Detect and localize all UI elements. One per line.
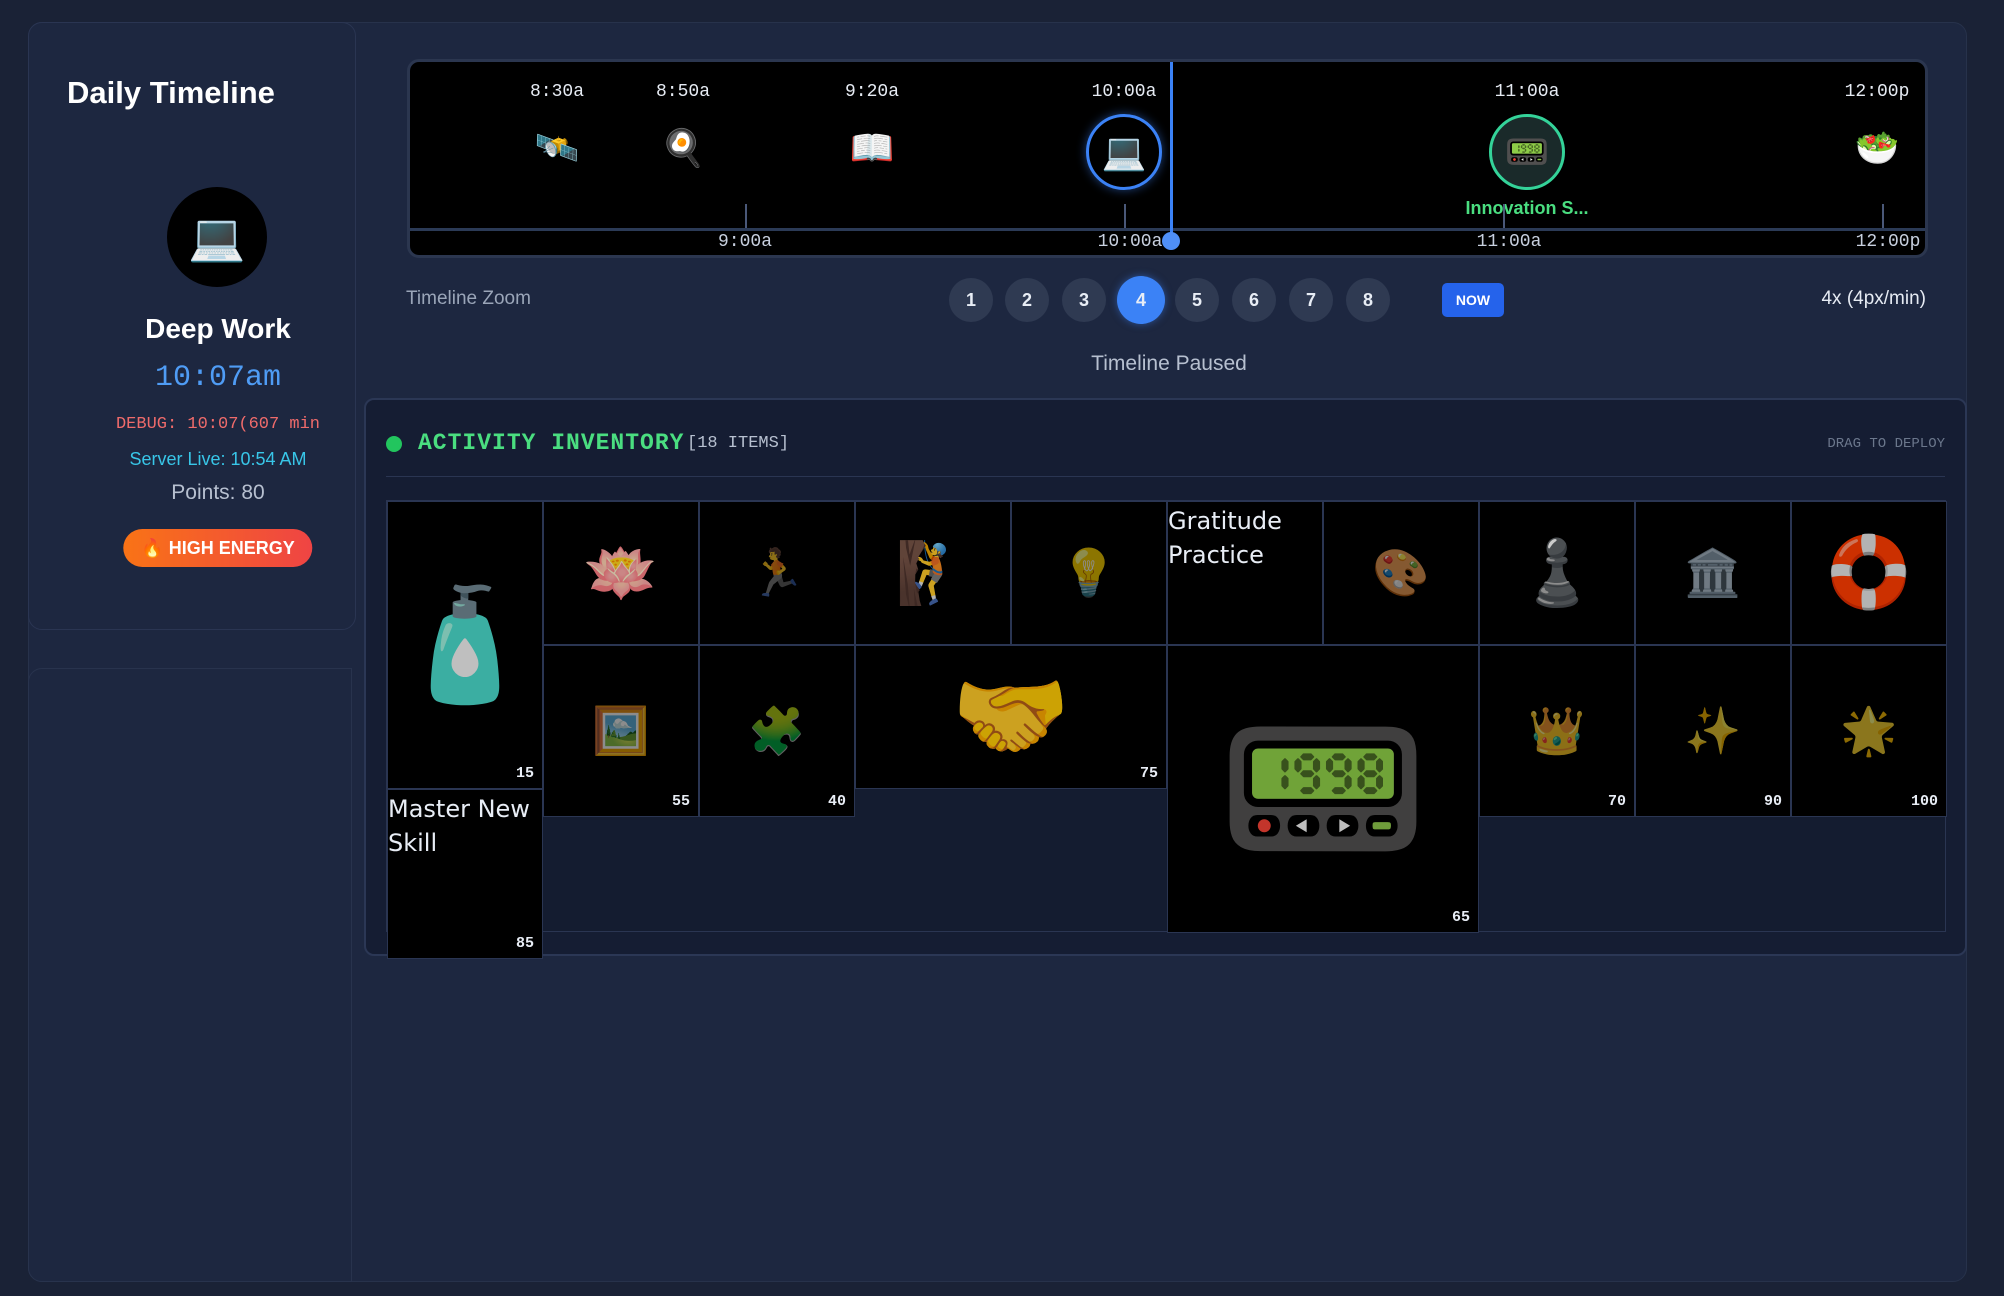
book-icon[interactable]: 📖 (848, 124, 896, 172)
sidebar-lower-card (28, 668, 352, 1282)
sidebar-title: Daily Timeline (67, 75, 275, 110)
item-points: 75 (1139, 765, 1158, 782)
inventory-item[interactable]: 🪷 (543, 501, 699, 645)
item-points: 55 (671, 793, 690, 810)
inventory-item[interactable]: 🧩 40 (699, 645, 855, 817)
event-time: 11:00a (1494, 82, 1560, 102)
chess-icon: ♟️ (1517, 536, 1597, 609)
inventory-item[interactable]: 🤝 75 (855, 645, 1167, 789)
inventory-grid: 🧴 15 🪷 🏃 🧗 💡 Gratitude Practice 🎨 ♟️ 🏛️ … (386, 500, 1947, 959)
axis-tick (745, 204, 747, 228)
axis-tick-label: 10:00a (1097, 232, 1163, 252)
current-time: 10:07am (154, 361, 282, 395)
inventory-item[interactable]: Master New Skill 85 (387, 789, 543, 959)
zoom-level-2-button[interactable]: 2 (1005, 278, 1049, 322)
event-time: 10:00a (1091, 82, 1157, 102)
event-time: 8:50a (655, 82, 711, 102)
zoom-level-5-button[interactable]: 5 (1175, 278, 1219, 322)
item-points: 90 (1763, 793, 1782, 810)
axis-tick-label: 12:00p (1855, 232, 1921, 252)
frying-pan-icon[interactable]: 🍳 (659, 124, 707, 172)
salad-icon[interactable]: 🥗 (1853, 124, 1901, 172)
portrait-icon: 🖼️ (592, 704, 650, 757)
inventory-count: [18 ITEMS] (687, 434, 790, 453)
puzzle-icon: 🧩 (748, 704, 806, 757)
sparkles-icon: ✨ (1684, 704, 1742, 757)
item-points: 40 (827, 793, 846, 810)
item-points: 85 (515, 935, 534, 952)
item-points: 70 (1607, 793, 1626, 810)
inventory-item[interactable]: 🏛️ (1635, 501, 1791, 645)
handshake-icon: 🤝 (951, 663, 1071, 770)
item-points: 65 (1451, 909, 1470, 926)
inventory-title: ACTIVITY INVENTORY (418, 430, 685, 456)
inventory-item[interactable]: 🎨 (1323, 501, 1479, 645)
zoom-level-6-button[interactable]: 6 (1232, 278, 1276, 322)
zoom-scale-text: 4x (4px/min) (1821, 288, 1926, 309)
event-time: 8:30a (529, 82, 585, 102)
inventory-item[interactable]: 🏃 (699, 501, 855, 645)
laptop-icon[interactable]: 💻 (1100, 128, 1148, 176)
axis-tick-label: 9:00a (717, 232, 773, 252)
quantum-module-icon[interactable]: 📟 (1503, 128, 1551, 176)
event-label: Innovation S... (1465, 198, 1589, 218)
inventory-item[interactable]: Gratitude Practice (1167, 501, 1323, 645)
idea-icon: 💡 (1060, 546, 1118, 599)
zoom-level-3-button[interactable]: 3 (1062, 278, 1106, 322)
axis-tick-label: 11:00a (1476, 232, 1542, 252)
art-palette-icon: 🎨 (1372, 546, 1430, 599)
meditation-icon: 🪷 (583, 539, 659, 607)
axis-tick (1503, 204, 1505, 228)
event-time: 12:00p (1844, 82, 1910, 102)
timeline-status: Timeline Paused (1091, 352, 1247, 375)
trail-run-icon: 🧗 (895, 539, 971, 607)
activity-inventory-panel: ACTIVITY INVENTORY [18 ITEMS] DRAG TO DE… (364, 398, 1967, 959)
inventory-item[interactable]: 🛟 (1791, 501, 1947, 645)
energy-badge: 🔥 HIGH ENERGY (123, 529, 313, 567)
master-new-skill-alt: Master New Skill (388, 795, 530, 857)
zoom-level-1-button[interactable]: 1 (949, 278, 993, 322)
axis-tick (1882, 204, 1884, 228)
quantum-processor-icon: 📟 (1217, 694, 1429, 884)
crown-icon: 👑 (1528, 704, 1586, 757)
inventory-item[interactable]: 📟 65 (1167, 645, 1479, 933)
timeline-track[interactable]: 8:30a 8:50a 9:20a 10:00a 11:00a 12:00p 🛰… (407, 59, 1928, 258)
current-time-marker (1170, 62, 1173, 240)
running-icon: 🏃 (748, 546, 806, 599)
zoom-level-8-button[interactable]: 8 (1346, 278, 1390, 322)
axis-tick (1124, 204, 1126, 228)
zoom-label: Timeline Zoom (406, 288, 531, 309)
museum-icon: 🏛️ (1684, 546, 1742, 599)
water-bottle-icon: 🧴 (396, 583, 534, 707)
item-points: 15 (515, 765, 534, 782)
inventory-item[interactable]: 🖼️ 55 (543, 645, 699, 817)
current-activity-name: Deep Work (145, 313, 291, 344)
item-points: 100 (1910, 793, 1938, 810)
timeline-axis (410, 228, 1925, 231)
zoom-level-4-button[interactable]: 4 (1117, 276, 1165, 324)
current-activity-icon: 💻 (167, 187, 267, 287)
inventory-hint: DRAG TO DEPLOY (1827, 436, 1945, 452)
inventory-item[interactable]: ✨ 90 (1635, 645, 1791, 817)
gratitude-practice-alt: Gratitude Practice (1168, 507, 1282, 569)
divider (386, 476, 1945, 477)
inventory-item[interactable]: 🧗 (855, 501, 1011, 645)
sidebar-card: Daily Timeline 💻 Deep Work 10:07am DEBUG… (28, 22, 356, 630)
inventory-item[interactable]: 👑 70 (1479, 645, 1635, 817)
star-icon: 🌟 (1840, 704, 1898, 757)
debug-text: DEBUG: 10:07(607 min (115, 415, 321, 434)
zoom-level-7-button[interactable]: 7 (1289, 278, 1333, 322)
status-dot-icon (386, 436, 402, 452)
inventory-item[interactable]: ♟️ (1479, 501, 1635, 645)
inventory-item[interactable]: 💡 (1011, 501, 1167, 645)
inventory-item[interactable]: 🧴 15 (387, 501, 543, 789)
current-time-handle[interactable] (1162, 232, 1180, 250)
event-time: 9:20a (844, 82, 900, 102)
server-live-text: Server Live: 10:54 AM (129, 449, 307, 469)
float-ring-icon: 🛟 (1825, 533, 1913, 611)
inventory-item[interactable]: 🌟 100 (1791, 645, 1947, 817)
now-button[interactable]: NOW (1442, 283, 1504, 317)
satellite-icon[interactable]: 🛰️ (533, 124, 581, 172)
points-text: Points: 80 (171, 481, 265, 504)
